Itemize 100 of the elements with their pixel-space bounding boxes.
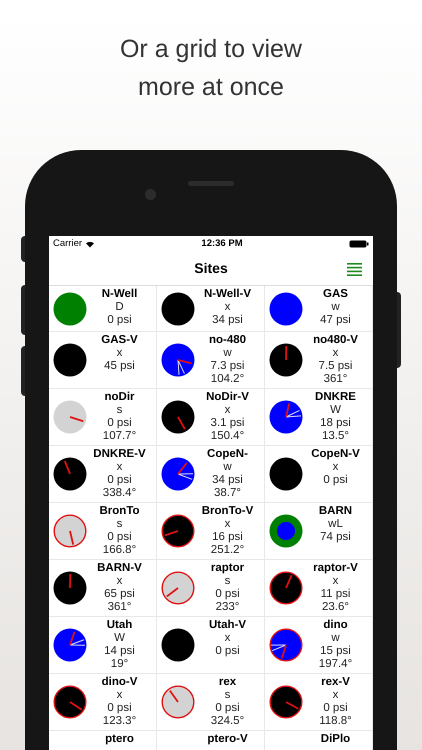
site-name: BARN-V	[97, 562, 142, 575]
site-name: GAS-V	[101, 334, 138, 347]
site-pressure: 3.1 psi	[210, 417, 244, 430]
site-mode: w	[223, 347, 232, 360]
site-name: dino	[323, 619, 348, 632]
site-mode: w	[331, 632, 340, 645]
site-heading: 361°	[108, 601, 132, 614]
site-heading: 324.5°	[210, 715, 244, 728]
site-mode: W	[330, 404, 341, 417]
site-pressure: 65 psi	[104, 588, 135, 601]
site-pressure: 0 psi	[107, 314, 132, 327]
site-mode: x	[332, 461, 338, 474]
site-heading: 233°	[216, 601, 240, 614]
site-mode: x	[332, 689, 338, 702]
site-mode: s	[224, 575, 230, 588]
site-pressure: 0 psi	[323, 474, 348, 487]
carrier-label: Carrier	[53, 236, 82, 251]
site-name: rex-V	[321, 676, 350, 689]
site-heading: 23.6°	[322, 601, 349, 614]
site-name: BronTo-V	[202, 505, 254, 518]
site-heading: 19°	[110, 658, 128, 671]
site-heading: 150.4°	[210, 430, 244, 443]
site-pressure: 15 psi	[320, 645, 351, 658]
site-name: Utah-V	[208, 619, 246, 632]
menu-icon[interactable]	[347, 263, 362, 276]
site-name: ptero-V	[207, 733, 248, 746]
site-mode: s	[116, 404, 122, 417]
site-pressure: 34 psi	[212, 474, 243, 487]
site-name: BARN	[318, 505, 352, 518]
site-pressure: 0 psi	[215, 588, 240, 601]
site-name: GAS	[323, 288, 348, 301]
battery-icon	[349, 240, 369, 248]
site-name: noDir	[104, 391, 135, 404]
site-pressure: 16 psi	[212, 531, 243, 544]
site-mode: w	[223, 461, 232, 474]
site-name: no480-V	[313, 334, 358, 347]
site-pressure: 0 psi	[215, 702, 240, 715]
site-pressure: 0 psi	[323, 702, 348, 715]
site-pressure: 18 psi	[320, 417, 351, 430]
site-heading: 107.7°	[102, 430, 136, 443]
site-name: raptor	[210, 562, 244, 575]
site-heading: 251.2°	[210, 544, 244, 557]
headline-text: more at once	[138, 72, 284, 103]
site-mode: s	[116, 518, 122, 531]
site-pressure: 0 psi	[107, 474, 132, 487]
headline-text: Or a grid to view	[120, 34, 302, 65]
site-mode: s	[224, 689, 230, 702]
site-name: ptero	[105, 733, 134, 746]
wifi-icon	[85, 240, 96, 248]
site-pressure: 7.3 psi	[210, 360, 244, 373]
site-name: no-480	[208, 334, 246, 347]
site-name: NoDir-V	[206, 391, 249, 404]
site-pressure: 7.5 psi	[318, 360, 352, 373]
site-mode: x	[224, 632, 230, 645]
site-mode: wL	[328, 518, 343, 531]
site-pressure: 0 psi	[107, 417, 132, 430]
site-name: DNKRE	[315, 391, 356, 404]
site-pressure: 34 psi	[212, 314, 243, 327]
site-name: dino-V	[102, 676, 138, 689]
site-pressure: 74 psi	[320, 531, 351, 544]
site-pressure: 0 psi	[107, 531, 132, 544]
site-name: rex	[218, 676, 236, 689]
site-mode: x	[116, 347, 122, 360]
site-name: N-Well	[102, 288, 138, 301]
site-mode: w	[331, 301, 340, 314]
site-mode: x	[224, 518, 230, 531]
site-heading: 338.4°	[102, 487, 136, 500]
site-heading: 361°	[324, 373, 348, 386]
site-pressure: 0 psi	[107, 702, 132, 715]
site-heading: 38.7°	[214, 487, 241, 500]
site-pressure: 47 psi	[320, 314, 351, 327]
site-name: CopeN-V	[311, 448, 360, 461]
site-mode: x	[224, 301, 230, 314]
site-name: Utah	[106, 619, 132, 632]
site-heading: 118.8°	[319, 715, 352, 728]
site-name: BronTo	[99, 505, 140, 518]
site-heading: 104.2°	[210, 373, 244, 386]
site-mode: W	[114, 632, 125, 645]
status-time: 12:36 PM	[201, 236, 243, 251]
site-mode: x	[116, 689, 122, 702]
site-name: N-Well-V	[204, 288, 252, 301]
site-mode: x	[116, 461, 122, 474]
site-pressure: 45 psi	[104, 360, 135, 373]
site-pressure: 11 psi	[320, 588, 350, 601]
site-mode: x	[224, 404, 230, 417]
site-name: DiPlo	[320, 733, 350, 746]
site-pressure: 0 psi	[215, 645, 240, 658]
site-heading: 13.5°	[322, 430, 349, 443]
site-heading: 166.8°	[102, 544, 136, 557]
site-mode: D	[115, 301, 124, 314]
site-mode: x	[332, 347, 338, 360]
site-name: CopeN-	[207, 448, 248, 461]
site-name: raptor-V	[313, 562, 358, 575]
site-mode: x	[332, 575, 338, 588]
site-name: DNKRE-V	[93, 448, 146, 461]
site-pressure: 14 psi	[104, 645, 135, 658]
site-mode: x	[116, 575, 122, 588]
site-heading: 123.3°	[102, 715, 136, 728]
nav-title: Sites	[194, 259, 228, 278]
site-heading: 197.4°	[318, 658, 352, 671]
